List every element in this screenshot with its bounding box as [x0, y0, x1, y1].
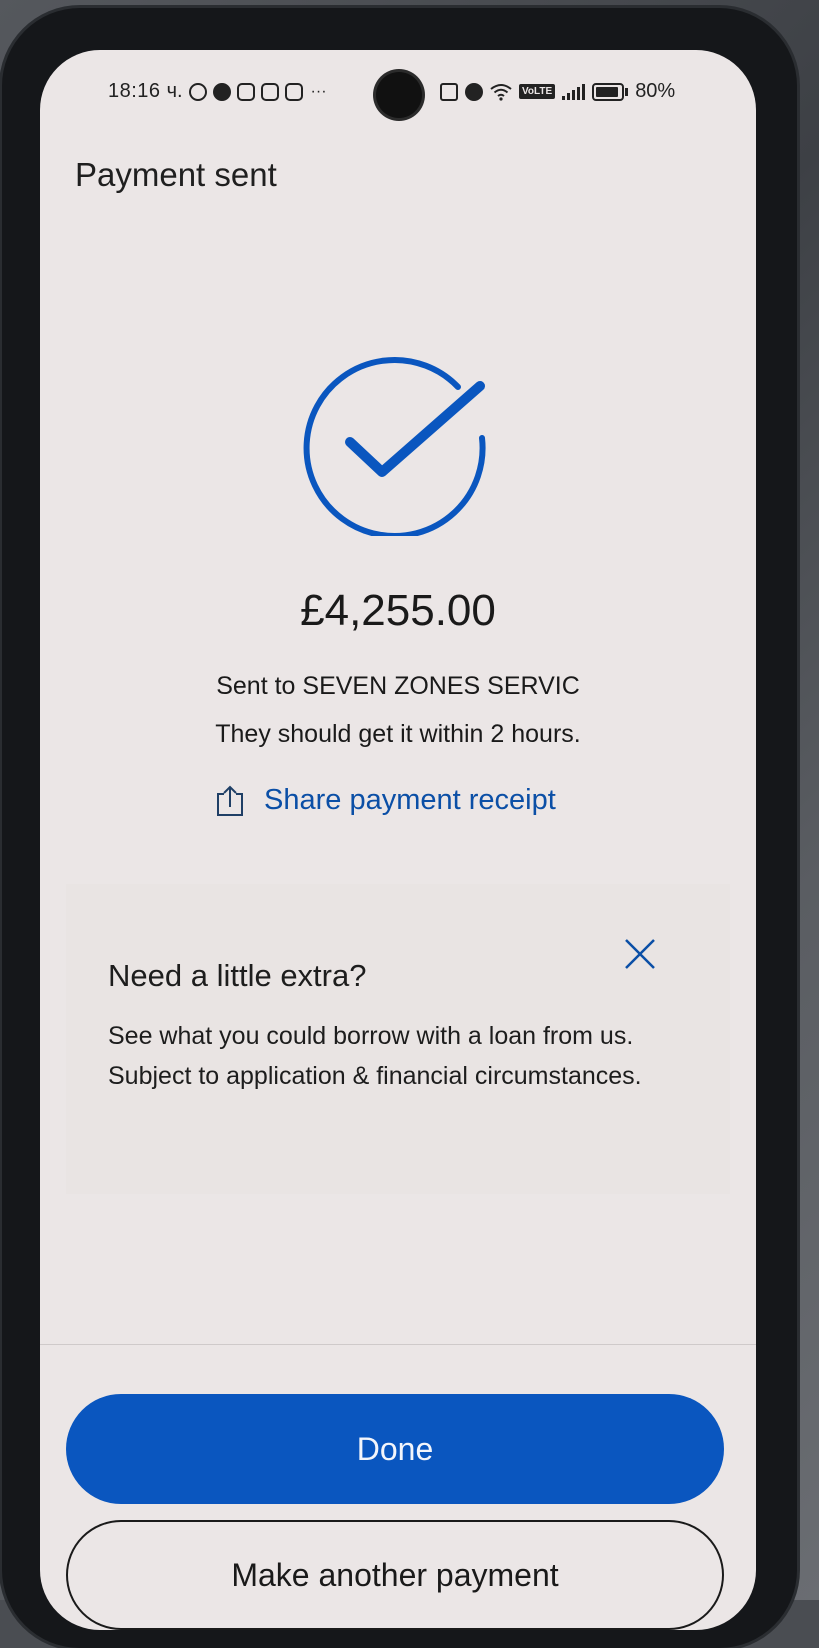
instagram-icon	[236, 82, 255, 101]
divider	[40, 1344, 756, 1345]
make-another-payment-button[interactable]: Make another payment	[66, 1520, 724, 1630]
share-receipt-label: Share payment receipt	[264, 784, 556, 816]
whatsapp-icon	[188, 82, 207, 101]
wifi-icon	[490, 83, 512, 101]
promo-body: See what you could borrow with a loan fr…	[108, 1022, 642, 1090]
vibrate-icon	[465, 82, 483, 101]
more-notifications-icon: ···	[310, 82, 327, 100]
phone-screen: 18:16 ч. ··· VoLTE 80% Payment sent £4,2…	[40, 50, 756, 1630]
messenger-icon	[212, 82, 231, 101]
confirmation-panel	[40, 230, 756, 870]
status-carrier: ч.	[166, 80, 183, 102]
done-button[interactable]: Done	[66, 1394, 724, 1504]
payment-amount: £4,255.00	[300, 586, 496, 635]
check-circle-icon	[303, 357, 486, 536]
recipient-text: Sent to SEVEN ZONES SERVIC	[216, 672, 580, 700]
promo-title: Need a little extra?	[108, 958, 367, 993]
status-left: 18:16 ч. ···	[108, 80, 327, 103]
volte-icon: VoLTE	[519, 84, 556, 99]
eta-text: They should get it within 2 hours.	[215, 720, 581, 748]
share-receipt-link[interactable]: Share payment receipt	[214, 784, 556, 817]
share-icon	[217, 785, 243, 816]
front-camera	[376, 72, 422, 118]
instagram-icon	[260, 82, 279, 101]
status-time: 18:16	[108, 80, 161, 102]
signal-icon	[562, 83, 586, 100]
battery-icon	[592, 82, 625, 101]
battery-tip	[625, 87, 629, 96]
status-right: VoLTE 80%	[440, 80, 675, 103]
close-icon[interactable]	[622, 936, 658, 972]
battery-percent: 80%	[635, 80, 676, 102]
nfc-icon	[440, 82, 458, 101]
instagram-icon	[284, 82, 303, 101]
page-title: Payment sent	[75, 156, 277, 193]
